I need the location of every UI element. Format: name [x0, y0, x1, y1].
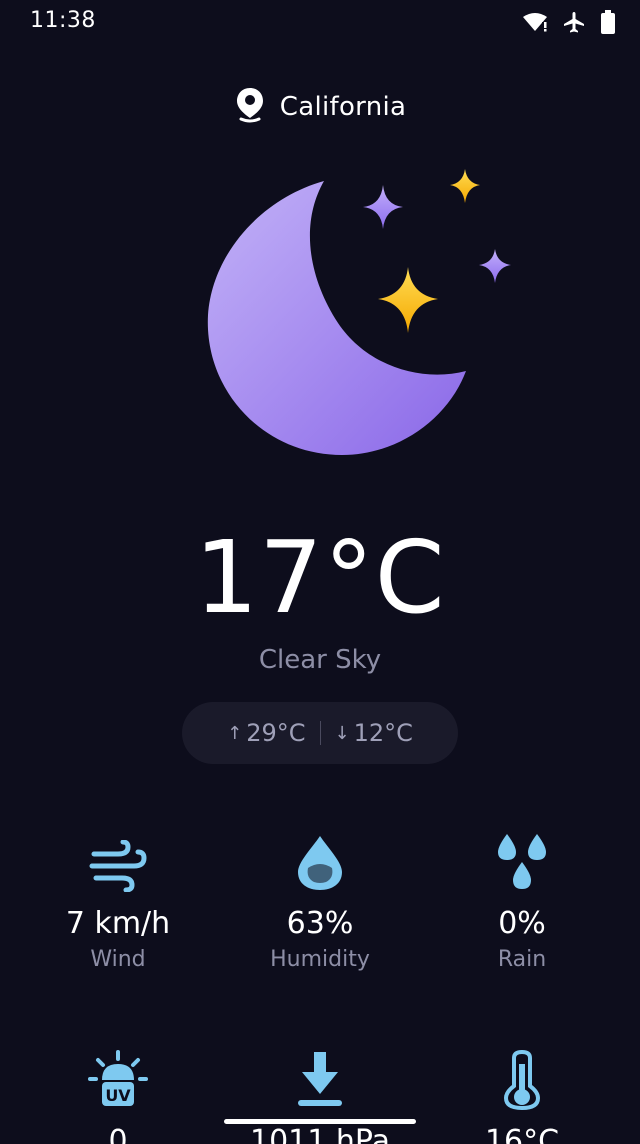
- low-temp-value: 12°C: [353, 719, 413, 747]
- wind-value: 7 km/h: [65, 906, 171, 941]
- stat-uv: UV 0: [18, 1050, 218, 1144]
- location-pin-icon: [234, 86, 266, 128]
- airplane-icon: [562, 10, 586, 34]
- rain-icon: [422, 832, 622, 892]
- low-temp: ↓ 12°C: [335, 719, 413, 747]
- location-name: California: [279, 92, 407, 122]
- stat-feels-like: 16°C: [422, 1050, 622, 1144]
- pressure-icon: [220, 1050, 420, 1110]
- stat-humidity: 63% Humidity: [220, 832, 420, 972]
- stat-wind: 7 km/h Wind: [18, 832, 218, 972]
- weather-screen: 11:38 California 17°C Clear Sky ↑ 29°C ↓…: [0, 0, 640, 1144]
- wind-label: Wind: [90, 947, 146, 972]
- location-header[interactable]: California: [0, 86, 640, 128]
- rain-value: 0%: [498, 906, 546, 941]
- rain-label: Rain: [497, 947, 547, 972]
- status-time: 11:38: [30, 8, 96, 33]
- divider: [319, 721, 321, 745]
- wifi-icon: [522, 12, 548, 32]
- svg-text:UV: UV: [105, 1086, 131, 1105]
- stat-rain: 0% Rain: [422, 832, 622, 972]
- arrow-up-icon: ↑: [227, 722, 243, 744]
- weather-condition: Clear Sky: [258, 645, 382, 675]
- uv-value: 0: [108, 1124, 128, 1144]
- feels-like-value: 16°C: [484, 1124, 560, 1144]
- battery-icon: [600, 10, 616, 34]
- moon-stars-icon: [190, 165, 530, 465]
- stat-pressure: 1011 hPa: [220, 1050, 420, 1144]
- uv-icon: UV: [18, 1050, 218, 1110]
- current-temperature: 17°C: [194, 519, 446, 636]
- high-low-pill: ↑ 29°C ↓ 12°C: [182, 702, 458, 764]
- home-indicator[interactable]: [224, 1119, 416, 1124]
- arrow-down-icon: ↓: [334, 722, 350, 744]
- status-icons: [522, 10, 616, 34]
- high-temp: ↑ 29°C: [227, 719, 305, 747]
- humidity-icon: [220, 832, 420, 892]
- status-bar: 11:38: [0, 0, 640, 44]
- high-temp-value: 29°C: [246, 719, 306, 747]
- humidity-label: Humidity: [270, 947, 370, 972]
- thermometer-icon: [422, 1050, 622, 1110]
- humidity-value: 63%: [286, 906, 354, 941]
- pressure-value: 1011 hPa: [249, 1124, 391, 1144]
- wind-icon: [18, 832, 218, 892]
